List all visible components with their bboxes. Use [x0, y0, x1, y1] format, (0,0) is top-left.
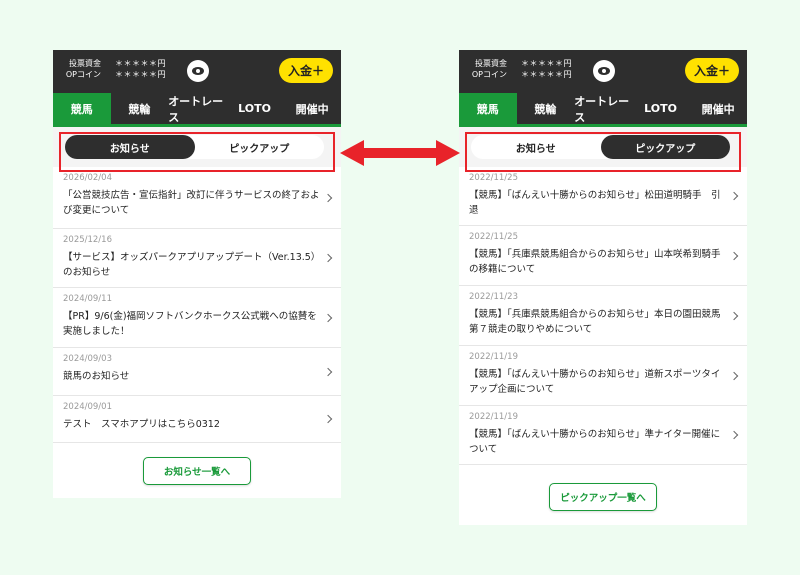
coin-label: OPコイン: [471, 70, 507, 79]
item-title: 【競馬】「兵庫県競馬組合からのお知らせ」山本咲希到騎手の移籍について: [469, 249, 721, 275]
item-date: 2024/09/11: [63, 294, 112, 304]
item-title: 【競馬】「ばんえい十勝からのお知らせ」松田道明騎手 引退: [469, 190, 721, 216]
list-item[interactable]: 2022/11/23 【競馬】「兵庫県競馬組合からのお知らせ」本日の園田競馬第７…: [459, 286, 747, 346]
nav-live[interactable]: 開催中: [283, 93, 341, 124]
chevron-right-icon: [323, 253, 333, 263]
news-list-button[interactable]: お知らせ一覧へ: [143, 457, 251, 485]
list-item[interactable]: 2024/09/01 テスト スマホアプリはこちら0312: [53, 396, 341, 443]
chevron-right-icon: [729, 311, 739, 320]
chevron-right-icon: [323, 193, 333, 202]
balance-label: 投票資金: [475, 59, 507, 68]
app-header: 投票資金 ＊＊＊＊＊円 OPコイン ＊＊＊＊＊円 入金＋: [459, 50, 747, 93]
nav-loto[interactable]: LOTO: [632, 93, 690, 124]
chevron-right-icon: [729, 251, 739, 260]
item-date: 2024/09/03: [63, 354, 112, 364]
item-date: 2022/11/25: [469, 173, 518, 183]
right-screen: 投票資金 ＊＊＊＊＊円 OPコイン ＊＊＊＊＊円 入金＋ 競馬 競輪 オートレー…: [459, 50, 747, 525]
list-item[interactable]: 2025/12/16 【サービス】オッズパークアプリアップデート（Ver.13.…: [53, 229, 341, 288]
list-item[interactable]: 2026/02/04 「公営競技広告・宣伝指針」改訂に伴うサービスの終了および変…: [53, 167, 341, 229]
chevron-right-icon: [729, 191, 739, 201]
eye-icon[interactable]: [593, 60, 615, 82]
coin-label: OPコイン: [65, 70, 101, 79]
item-title: 【PR】9/6(金)福岡ソフトバンクホークス公式戦への協賛を実施しました！: [63, 311, 317, 337]
nav-keiba[interactable]: 競馬: [53, 93, 111, 124]
item-date: 2022/11/19: [469, 412, 518, 422]
nav-keiba[interactable]: 競馬: [459, 93, 517, 124]
nav-autorace[interactable]: オートレース: [168, 93, 226, 124]
pickup-list-button[interactable]: ピックアップ一覧へ: [549, 483, 657, 511]
list-item[interactable]: 2022/11/25 【競馬】「ばんえい十勝からのお知らせ」松田道明騎手 引退: [459, 167, 747, 226]
balance-row: 投票資金 ＊＊＊＊＊円: [53, 59, 183, 69]
highlight-box-right: [465, 132, 741, 172]
main-nav: 競馬 競輪 オートレース LOTO 開催中: [459, 93, 747, 127]
balance-label: 投票資金: [69, 59, 101, 68]
deposit-button[interactable]: 入金＋: [685, 58, 739, 83]
item-date: 2025/12/16: [63, 235, 112, 245]
balance-row: 投票資金 ＊＊＊＊＊円: [459, 59, 589, 69]
item-date: 2022/11/25: [469, 232, 518, 242]
list-item[interactable]: 2022/11/19 【競馬】「ばんえい十勝からのお知らせ」準ナイター開催につい…: [459, 406, 747, 465]
item-date: 2022/11/19: [469, 352, 518, 362]
double-arrow-icon: [340, 140, 460, 166]
chevron-right-icon: [323, 414, 333, 424]
nav-keirin[interactable]: 競輪: [517, 93, 575, 124]
balance-value: ＊＊＊＊＊円: [521, 59, 572, 68]
nav-keirin[interactable]: 競輪: [111, 93, 169, 124]
highlight-box-left: [59, 132, 335, 172]
left-screen: 投票資金 ＊＊＊＊＊円 OPコイン ＊＊＊＊＊円 入金＋ 競馬 競輪 オートレー…: [53, 50, 341, 498]
item-title: 【競馬】「ばんえい十勝からのお知らせ」道新スポーツタイアップ企画について: [469, 369, 721, 395]
item-title: 「公営競技広告・宣伝指針」改訂に伴うサービスの終了および変更について: [63, 190, 320, 216]
item-title: 【競馬】「ばんえい十勝からのお知らせ」準ナイター開催について: [469, 429, 721, 455]
pickup-list: 2022/11/25 【競馬】「ばんえい十勝からのお知らせ」松田道明騎手 引退 …: [459, 167, 747, 465]
chevron-right-icon: [729, 371, 739, 380]
list-item[interactable]: 2024/09/03 競馬のお知らせ: [53, 348, 341, 396]
nav-loto[interactable]: LOTO: [226, 93, 284, 124]
news-list: 2026/02/04 「公営競技広告・宣伝指針」改訂に伴うサービスの終了および変…: [53, 167, 341, 443]
list-item[interactable]: 2024/09/11 【PR】9/6(金)福岡ソフトバンクホークス公式戦への協賛…: [53, 288, 341, 348]
eye-icon[interactable]: [187, 60, 209, 82]
chevron-right-icon: [729, 430, 739, 440]
item-title: 競馬のお知らせ: [63, 371, 130, 382]
app-header: 投票資金 ＊＊＊＊＊円 OPコイン ＊＊＊＊＊円 入金＋: [53, 50, 341, 93]
balance-value: ＊＊＊＊＊円: [115, 59, 166, 68]
item-title: 【競馬】「兵庫県競馬組合からのお知らせ」本日の園田競馬第７競走の取りやめについて: [469, 309, 721, 335]
coin-value: ＊＊＊＊＊円: [521, 70, 572, 79]
main-nav: 競馬 競輪 オートレース LOTO 開催中: [53, 93, 341, 127]
nav-autorace[interactable]: オートレース: [574, 93, 632, 124]
list-item[interactable]: 2022/11/19 【競馬】「ばんえい十勝からのお知らせ」道新スポーツタイアッ…: [459, 346, 747, 406]
nav-live[interactable]: 開催中: [689, 93, 747, 124]
item-title: テスト スマホアプリはこちら0312: [63, 419, 220, 430]
item-date: 2024/09/01: [63, 402, 112, 412]
coin-value: ＊＊＊＊＊円: [115, 70, 166, 79]
chevron-right-icon: [323, 313, 333, 322]
deposit-button[interactable]: 入金＋: [279, 58, 333, 83]
item-date: 2022/11/23: [469, 292, 518, 302]
item-title: 【サービス】オッズパークアプリアップデート（Ver.13.5）のお知らせ: [63, 252, 321, 278]
coin-row: OPコイン ＊＊＊＊＊円: [459, 70, 589, 80]
item-date: 2026/02/04: [63, 173, 112, 183]
chevron-right-icon: [323, 367, 333, 376]
list-item[interactable]: 2022/11/25 【競馬】「兵庫県競馬組合からのお知らせ」山本咲希到騎手の移…: [459, 226, 747, 286]
coin-row: OPコイン ＊＊＊＊＊円: [53, 70, 183, 80]
